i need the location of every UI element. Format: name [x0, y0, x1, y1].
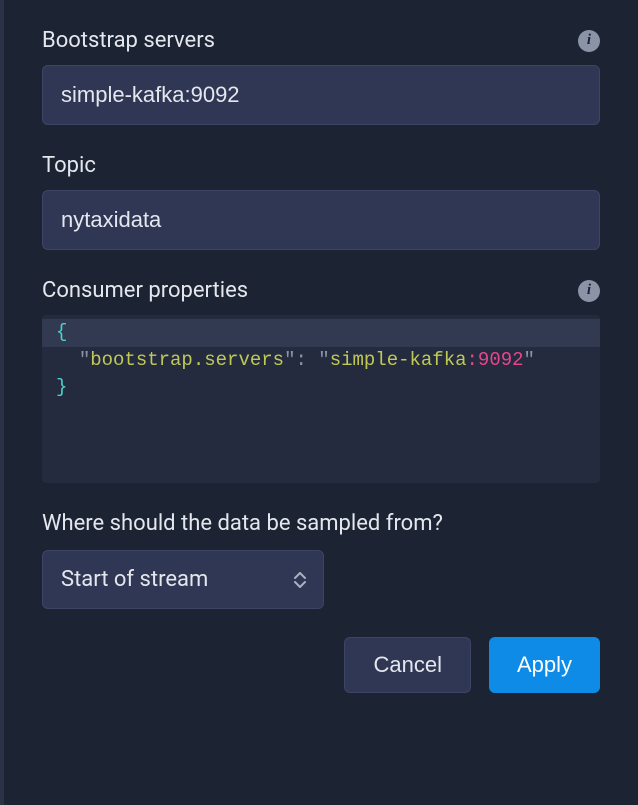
label-row: Consumer properties i: [42, 278, 600, 303]
info-icon[interactable]: i: [578, 30, 600, 52]
json-port: 9092: [478, 349, 524, 371]
label-row: Where should the data be sampled from?: [42, 511, 600, 536]
bootstrap-servers-group: Bootstrap servers i: [42, 28, 600, 125]
consumer-properties-group: Consumer properties i { "bootstrap.serve…: [42, 278, 600, 483]
json-host: simple-kafka: [330, 349, 467, 371]
sample-from-select[interactable]: Start of stream: [42, 550, 324, 609]
apply-button[interactable]: Apply: [489, 637, 600, 693]
cancel-button[interactable]: Cancel: [344, 637, 470, 693]
consumer-properties-label: Consumer properties: [42, 278, 248, 303]
json-key: bootstrap.servers: [90, 349, 284, 371]
info-icon[interactable]: i: [578, 280, 600, 302]
consumer-properties-editor[interactable]: { "bootstrap.servers": "simple-kafka:909…: [42, 315, 600, 483]
bootstrap-servers-label: Bootstrap servers: [42, 28, 215, 53]
bootstrap-servers-input[interactable]: [42, 65, 600, 125]
sample-from-label: Where should the data be sampled from?: [42, 511, 443, 536]
topic-label: Topic: [42, 153, 96, 178]
sample-from-select-wrap: Start of stream: [42, 550, 324, 609]
sample-from-group: Where should the data be sampled from? S…: [42, 511, 600, 609]
button-row: Cancel Apply: [42, 637, 600, 693]
topic-group: Topic: [42, 153, 600, 250]
label-row: Bootstrap servers i: [42, 28, 600, 53]
label-row: Topic: [42, 153, 600, 178]
topic-input[interactable]: [42, 190, 600, 250]
